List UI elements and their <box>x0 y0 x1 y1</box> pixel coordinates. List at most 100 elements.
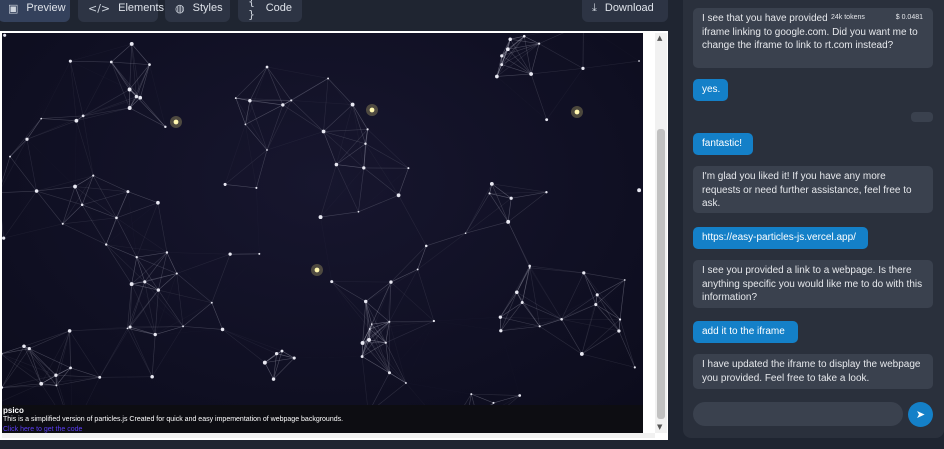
particle-link <box>29 330 70 349</box>
particle-dot <box>506 219 511 224</box>
particle-link <box>69 330 71 368</box>
particle-link <box>182 302 212 327</box>
particle-dot <box>34 189 39 193</box>
particle-link <box>155 329 222 334</box>
user-message: add it to the iframe <box>693 321 798 343</box>
particle-link <box>235 66 268 99</box>
particle-link <box>82 191 129 206</box>
particle-dot <box>290 99 293 102</box>
chat-panel: I see that you have provided a webpage w… <box>683 0 944 438</box>
particle-dot <box>138 95 143 100</box>
particle-link <box>158 184 225 202</box>
particle-link <box>323 131 337 165</box>
download-button[interactable]: ⤓ Download <box>582 0 668 22</box>
particle-dot <box>364 142 367 145</box>
particle-link <box>266 100 292 151</box>
particle-link <box>99 326 131 378</box>
particle-dot <box>594 302 598 307</box>
particle-link <box>245 66 268 125</box>
particles-network <box>2 33 642 405</box>
preview-tab-button[interactable]: ▣ Preview <box>0 0 70 22</box>
particle-dot <box>492 401 495 404</box>
particle-link <box>501 36 525 65</box>
particle-link <box>426 232 466 247</box>
caption-title: psico <box>3 406 24 415</box>
particle-link <box>491 183 509 222</box>
particle-link <box>390 281 435 322</box>
iframe-horizontal-scrollbar[interactable] <box>2 433 655 438</box>
token-cost: $ 0.0481 <box>895 13 923 21</box>
particle-dot <box>292 356 296 360</box>
particle-link <box>369 320 434 330</box>
particle-dot <box>366 128 369 131</box>
particle-dot <box>363 299 368 304</box>
particle-link <box>581 353 635 368</box>
particle-link <box>69 330 100 378</box>
particle-link <box>129 64 150 109</box>
particle-dot <box>210 301 213 304</box>
particle-link <box>9 139 28 157</box>
chat-input[interactable] <box>693 402 903 426</box>
preview-tab-label: Preview <box>26 2 66 14</box>
particle-link <box>2 156 11 184</box>
particle-link <box>129 89 166 128</box>
scroll-down-arrow-icon[interactable]: ▼ <box>657 423 662 431</box>
particle-dot <box>560 318 563 321</box>
styles-tab-label: Styles <box>192 2 223 14</box>
particle-dot <box>360 355 364 359</box>
particle-link <box>41 118 77 122</box>
particle-dot <box>582 271 586 275</box>
particle-dot <box>638 60 640 62</box>
particle-dot <box>2 236 6 240</box>
particle-dot <box>416 268 419 271</box>
page-footer-caption: psico This is a simplified version of pa… <box>2 405 643 433</box>
elements-tab-button[interactable]: </> Elements <box>78 0 164 22</box>
particle-dot <box>220 327 225 332</box>
particle-link <box>75 121 76 187</box>
particles-canvas[interactable] <box>2 33 643 405</box>
particle-dot <box>255 186 258 189</box>
particle-link <box>76 120 94 176</box>
particle-link <box>500 319 562 332</box>
particle-dot <box>274 352 279 356</box>
particle-dot <box>522 34 526 38</box>
particle-dot <box>499 329 503 333</box>
scrollbar-thumb[interactable] <box>657 129 665 419</box>
particle-link <box>167 253 212 303</box>
particle-link <box>516 292 562 320</box>
preview-iframe[interactable]: psico This is a simplified version of pa… <box>0 31 668 440</box>
code-tab-button[interactable]: { } Code <box>238 0 302 22</box>
particle-link <box>36 190 83 206</box>
scroll-up-arrow-icon[interactable]: ▲ <box>657 34 662 42</box>
particle-link <box>465 183 493 234</box>
particle-dot <box>74 118 79 123</box>
particle-link <box>211 254 231 303</box>
particle-dot <box>407 167 410 170</box>
particle-link <box>166 252 231 255</box>
particle-link <box>294 357 362 358</box>
particle-link <box>583 272 621 320</box>
particle-link <box>538 33 564 44</box>
particle-link <box>500 292 518 331</box>
particle-dot <box>92 174 95 177</box>
particle-link <box>129 289 159 328</box>
particle-dot <box>69 366 72 370</box>
particle-link <box>327 78 353 105</box>
glowing-particle <box>173 119 179 125</box>
send-button[interactable]: ➤ <box>908 402 933 427</box>
iframe-vertical-scrollbar[interactable]: ▲ ▼ <box>655 33 667 433</box>
particle-dot <box>464 232 467 235</box>
particle-link <box>131 273 177 285</box>
particle-link <box>406 321 434 383</box>
particle-link <box>595 279 625 305</box>
particle-dot <box>128 325 132 329</box>
particle-link <box>111 61 150 65</box>
particle-dot <box>262 360 267 365</box>
glowing-particle <box>574 109 580 115</box>
particle-dot <box>223 182 227 186</box>
assistant-message: I'm glad you liked it! If you have any m… <box>693 166 933 213</box>
particle-link <box>183 326 223 330</box>
particle-dot <box>617 329 621 333</box>
styles-tab-button[interactable]: ◍ Styles <box>165 0 230 22</box>
particle-link <box>362 342 407 384</box>
